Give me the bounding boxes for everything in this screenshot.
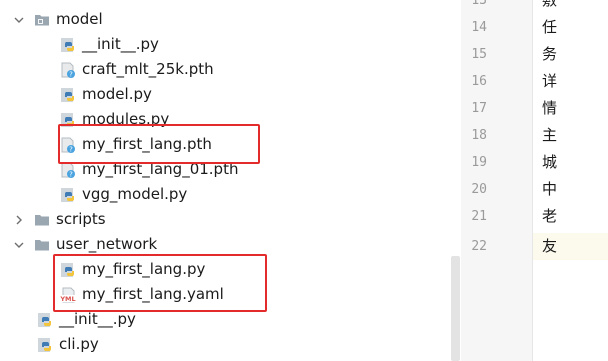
tree-item-label: model.py [82,85,152,103]
code-line[interactable]: 情 [533,95,608,122]
unknown-file-icon: ? [60,62,76,78]
python-file-icon [37,312,53,328]
code-line-text: 城 [542,153,558,171]
code-line[interactable]: 详 [533,68,608,95]
line-number: 14 [471,20,487,35]
tree-scrollbar-thumb[interactable] [451,256,460,361]
svg-text:?: ? [69,70,73,78]
code-line[interactable]: 城 [533,149,608,176]
line-number: 17 [471,101,487,116]
code-line-current[interactable]: 友 [533,233,608,260]
line-number: 20 [471,182,487,197]
code-line-text: 详 [542,72,558,90]
tree-item-label: model [56,10,103,28]
folder-icon [34,212,50,228]
line-number: 15 [471,47,487,62]
python-file-icon [60,87,76,103]
folder-icon [34,237,50,253]
code-line-text: 任 [542,18,558,36]
tree-item-label: cli.py [59,335,99,353]
python-file-icon [37,337,53,353]
tree-item-label: vgg_model.py [82,185,188,203]
code-line-text: 主 [542,126,558,144]
line-number: 16 [471,74,487,89]
tree-item-file[interactable]: ? craft_mlt_25k.pth [0,57,448,82]
highlight-box [58,124,260,164]
code-line[interactable]: 任 [533,14,608,41]
tree-item-file[interactable]: vgg_model.py [0,182,448,207]
tree-item-file[interactable]: cli.py [0,332,448,357]
code-line[interactable]: 敷 [533,0,608,14]
line-number-current: 22 [471,239,487,254]
line-number: 19 [471,155,487,170]
python-file-icon [60,37,76,53]
code-line-text: 务 [542,45,558,63]
code-line[interactable]: 老 [533,203,608,230]
code-line-text: 中 [542,180,558,198]
tree-item-file[interactable]: model.py [0,82,448,107]
line-number: 21 [471,209,487,224]
tree-item-model-folder[interactable]: model [0,7,448,32]
chevron-right-icon[interactable] [12,213,26,227]
code-line[interactable]: 中 [533,176,608,203]
code-line-text: 友 [542,237,558,255]
chevron-down-icon[interactable] [12,238,26,252]
tree-item-file[interactable]: __init__.py [0,32,448,57]
python-file-icon [60,187,76,203]
svg-text:?: ? [69,170,73,178]
code-line-text: 老 [542,207,558,225]
code-line[interactable]: 主 [533,122,608,149]
tree-item-label: craft_mlt_25k.pth [82,60,214,78]
line-number: 18 [471,128,487,143]
tree-item-scripts-folder[interactable]: scripts [0,207,448,232]
project-tree-panel: model __init__.py ? craft_mlt_25k.pth mo… [0,0,448,361]
highlight-box [53,254,267,312]
code-line[interactable]: 务 [533,41,608,68]
tree-item-label: __init__.py [82,35,159,53]
code-line-text: 敷 [542,0,558,9]
chevron-down-icon[interactable] [12,13,26,27]
code-line-text: 情 [542,99,558,117]
folder-icon [34,12,50,28]
tree-item-label: scripts [56,210,106,228]
line-number: 13 [471,0,487,8]
